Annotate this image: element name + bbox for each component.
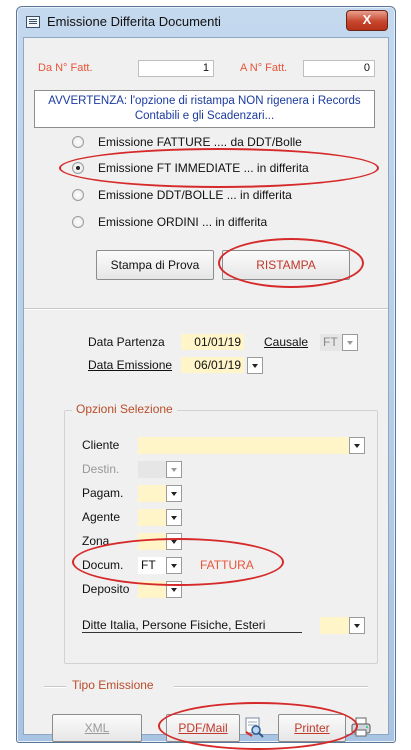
divider [174, 686, 368, 688]
pagam-field[interactable] [138, 485, 166, 502]
from-invoice-label: Da N° Fatt. [38, 62, 93, 74]
docum-description: FATTURA [200, 558, 254, 572]
printer-button[interactable]: Printer [278, 714, 346, 742]
zona-field[interactable] [138, 533, 166, 550]
docum-field[interactable]: FT [138, 557, 166, 574]
destin-dropdown[interactable] [166, 461, 182, 478]
option-ddt-bolle[interactable]: Emissione DDT/BOLLE ... in differita [72, 187, 362, 205]
data-partenza-label: Data Partenza [88, 335, 165, 349]
pdf-mail-button[interactable]: PDF/Mail [166, 714, 240, 742]
opzioni-selezione-title: Opzioni Selezione [72, 402, 177, 416]
divider [44, 686, 66, 688]
search-mail-icon[interactable] [243, 716, 265, 738]
option-label: Emissione ORDINI ... in differita [98, 215, 268, 229]
to-invoice-field[interactable]: 0 [303, 60, 375, 77]
divider [24, 308, 388, 310]
tipo-emissione-title: Tipo Emissione [68, 678, 158, 692]
warning-box: AVVERTENZA: l'opzione di ristampa NON ri… [34, 90, 375, 128]
radio-selected-icon [72, 162, 84, 174]
cliente-dropdown[interactable] [349, 437, 365, 454]
radio-icon [72, 189, 84, 201]
app-icon [26, 16, 40, 28]
agente-dropdown[interactable] [166, 509, 182, 526]
agente-label: Agente [82, 510, 121, 524]
pagam-label: Pagam. [82, 486, 124, 500]
data-partenza-field[interactable]: 01/01/19 [181, 334, 244, 350]
deposito-label: Deposito [82, 582, 130, 596]
title-bar[interactable]: Emissione Differita Documenti X [17, 7, 395, 37]
cliente-field[interactable] [138, 437, 349, 454]
docum-label: Docum. [82, 558, 124, 572]
data-emissione-field[interactable]: 06/01/19 [181, 357, 244, 373]
radio-icon [72, 216, 84, 228]
stampa-prova-button[interactable]: Stampa di Prova [96, 250, 214, 280]
printer-icon[interactable] [350, 716, 372, 738]
causale-field[interactable]: FT [320, 334, 342, 351]
option-label: Emissione FT IMMEDIATE ... in differita [98, 161, 309, 175]
radio-icon [72, 136, 84, 148]
option-label: Emissione DDT/BOLLE ... in differita [98, 188, 292, 202]
cliente-label: Cliente [82, 438, 120, 452]
option-ft-immediate[interactable]: Emissione FT IMMEDIATE ... in differita [72, 160, 362, 178]
xml-button[interactable]: XML [52, 714, 142, 742]
data-emissione-dropdown[interactable] [247, 357, 263, 374]
ditte-label: Ditte Italia, Persone Fisiche, Esteri [82, 618, 266, 632]
to-invoice-label: A N° Fatt. [240, 62, 288, 74]
from-invoice-field[interactable]: 1 [138, 60, 214, 77]
dialog-window: Emissione Differita Documenti X Da N° Fa… [16, 6, 396, 750]
causale-dropdown[interactable] [342, 334, 358, 351]
deposito-dropdown[interactable] [166, 581, 182, 598]
zona-label: Zona [82, 534, 110, 548]
pagam-dropdown[interactable] [166, 485, 182, 502]
agente-field[interactable] [138, 509, 166, 526]
destin-field[interactable] [138, 461, 166, 478]
deposito-field[interactable] [138, 581, 166, 598]
destin-label: Destin. [82, 462, 120, 476]
option-label: Emissione FATTURE .... da DDT/Bolle [98, 135, 302, 149]
zona-dropdown[interactable] [166, 533, 182, 550]
docum-dropdown[interactable] [166, 557, 182, 574]
option-fatture-ddt[interactable]: Emissione FATTURE .... da DDT/Bolle [72, 134, 362, 152]
ristampa-button[interactable]: RISTAMPA [222, 250, 350, 280]
data-emissione-link[interactable]: Data Emissione [88, 358, 172, 372]
window-title: Emissione Differita Documenti [47, 14, 221, 29]
causale-link[interactable]: Causale [264, 335, 308, 349]
ditte-underline [82, 632, 302, 633]
option-ordini[interactable]: Emissione ORDINI ... in differita [72, 214, 362, 232]
ditte-field[interactable] [320, 617, 349, 634]
dialog-body: Da N° Fatt. 1 A N° Fatt. 0 AVVERTENZA: l… [23, 37, 389, 750]
ditte-dropdown[interactable] [349, 617, 365, 634]
close-button[interactable]: X [346, 10, 388, 31]
